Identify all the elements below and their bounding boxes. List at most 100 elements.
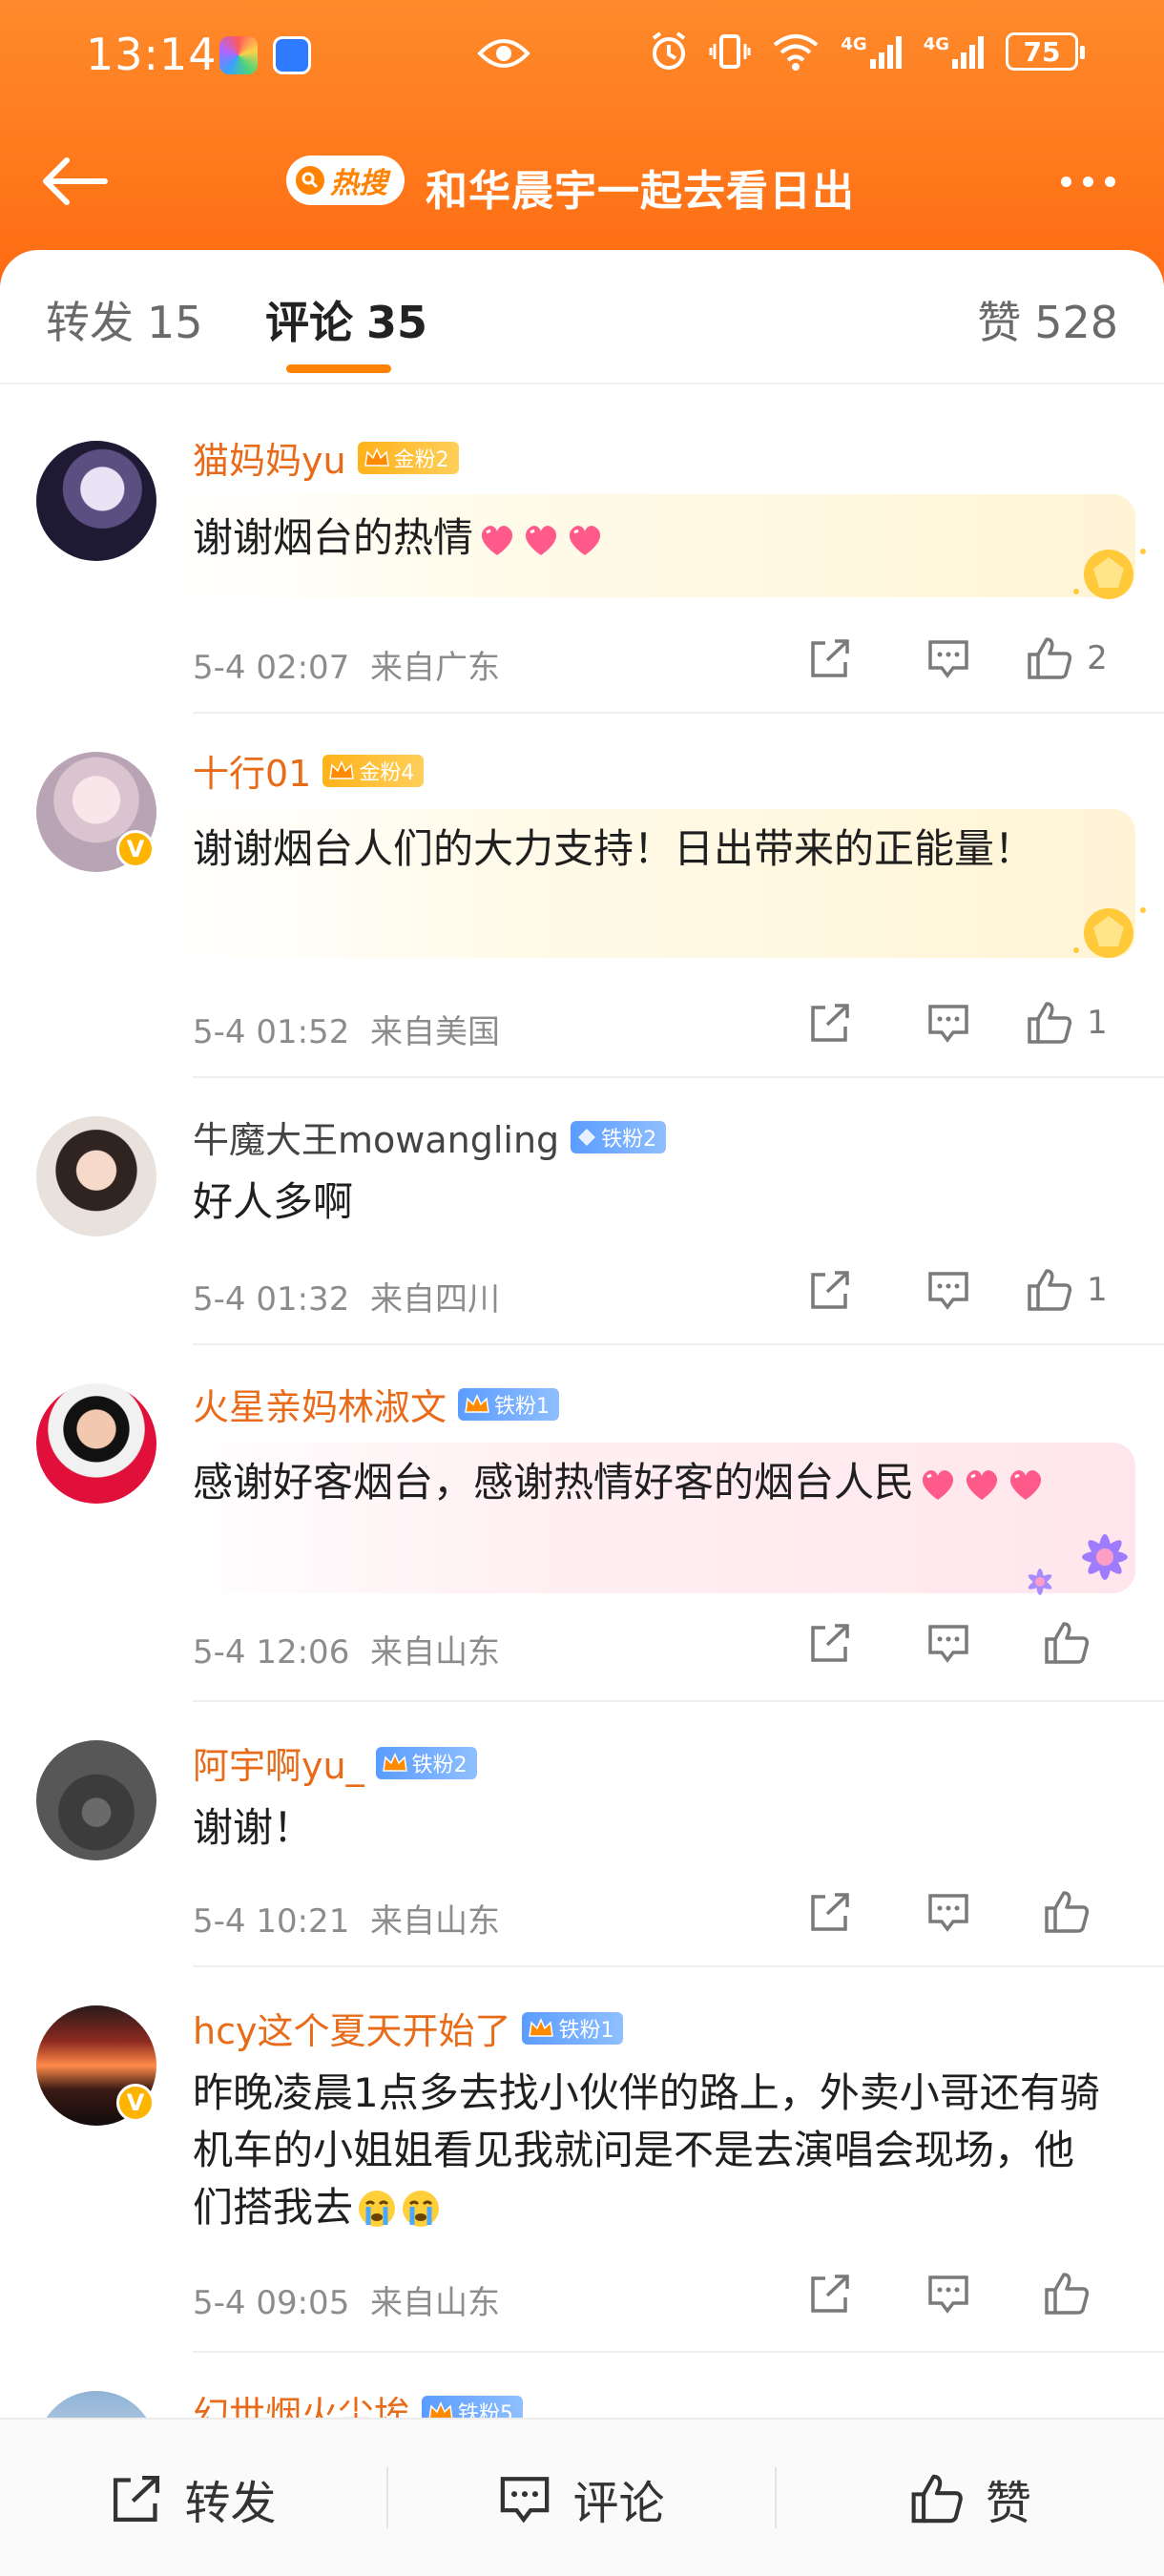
fan-badge-label: 铁粉2 [411,1753,468,1777]
photos-app-icon [219,36,258,74]
fan-badge[interactable]: 铁粉1 [458,1387,560,1421]
fan-badge[interactable]: 铁粉2 [375,1746,477,1779]
repost-button[interactable] [771,1261,889,1319]
tabs-divider [0,383,1164,384]
bottom-repost-button[interactable]: 转发 [0,2420,386,2576]
active-tab-indicator [286,364,391,373]
more-button[interactable] [1050,155,1126,208]
network-type-1: 4G [841,34,867,54]
like-button[interactable]: 1 [1008,1261,1126,1319]
heart-emoji-icon [922,1470,954,1500]
reply-button[interactable] [889,1614,1008,1672]
signal-1-icon: 4G [841,34,902,69]
like-button[interactable]: 1 [1008,994,1126,1051]
comment-text: 昨晚凌晨1点多去找小伙伴的路上，外卖小哥还有骑机车的小姐姐看见我就问是不是去演唱… [193,2069,1100,2231]
comment-divider [193,1076,1164,1078]
username[interactable]: 十行01 [193,744,311,797]
comment-icon [928,2275,968,2314]
repost-button[interactable] [771,1614,889,1672]
reply-button[interactable] [889,994,1008,1051]
gold-badge-sticker-icon [1073,549,1146,599]
comment-actions: 1 [771,1261,1126,1319]
comment-time: 5-4 01:32 [193,1280,350,1319]
back-button[interactable] [38,151,114,212]
like-icon [1045,1622,1090,1664]
comment-divider [193,2351,1164,2353]
like-icon [1045,2273,1090,2315]
heart-emoji-icon [966,1470,998,1500]
comment-meta: 5-4 10:21 来自山东 [193,1895,500,1942]
tab-comments[interactable]: 评论 35 [265,288,427,351]
avatar[interactable] [36,441,156,561]
bottom-like-button[interactable]: 赞 [777,2420,1164,2576]
reply-button[interactable] [889,1883,1008,1941]
heart-emoji-icon [525,526,557,555]
fan-badge[interactable]: 金粉4 [322,754,425,787]
reply-button[interactable] [889,2265,1008,2322]
comment-meta: 5-4 01:32 来自四川 [193,1273,500,1319]
tab-repost[interactable]: 转发 15 [46,288,203,351]
username[interactable]: 牛魔大王mowangling [193,1111,559,1163]
repost-icon [811,1271,849,1309]
repost-button[interactable] [771,994,889,1051]
repost-button[interactable] [771,630,889,687]
fan-badge[interactable]: 铁粉2 [571,1120,667,1153]
avatar[interactable] [36,1383,156,1504]
like-icon [1028,637,1072,679]
tab-likes[interactable]: 赞 528 [977,288,1118,351]
comment-location: 来自山东 [369,2284,500,2322]
username[interactable]: hcy这个夏天开始了 [193,2002,510,2054]
comment-divider [193,1700,1164,1702]
like-button[interactable]: 2 [1008,630,1126,687]
comment-location: 来自山东 [369,1902,500,1941]
repost-button[interactable] [771,2265,889,2322]
tab-comments-count: 35 [366,297,428,348]
comment-icon [928,1894,968,1932]
hot-search-tag[interactable]: 热搜 [286,156,405,205]
comment-icon [928,640,968,678]
like-button[interactable] [1008,1614,1126,1672]
like-icon [1045,1891,1090,1933]
avatar[interactable] [36,1116,156,1236]
back-arrow-icon [43,157,108,205]
username[interactable]: 猫妈妈yu [193,431,346,484]
fan-badge[interactable]: 铁粉1 [522,2011,624,2045]
gold-badge-sticker-icon [1073,907,1146,958]
like-icon [1028,1269,1072,1311]
comment-location: 来自四川 [369,1280,500,1319]
verified-icon: V [116,2084,155,2122]
like-button[interactable] [1008,1883,1126,1941]
like-icon [911,2474,963,2524]
reply-button[interactable] [889,630,1008,687]
weibo-comments-screen: 13:14 4G 4G 75 热搜 和华晨宇一起去看日出 转发 15 评论 35… [0,0,1164,2576]
alarm-icon [653,31,686,70]
comment-text: 谢谢烟台人们的大力支持！日出带来的正能量！ [193,825,1035,872]
like-button[interactable] [1008,2265,1126,2322]
battery-indicator: 75 [1006,32,1085,71]
comment-actions [771,1614,1126,1672]
bottom-comment-label: 评论 [572,2477,665,2530]
comment-time: 5-4 10:21 [193,1902,350,1941]
avatar[interactable] [36,1740,156,1860]
reply-button[interactable] [889,1261,1008,1319]
comment-user-row: 火星亲妈林淑文 铁粉1 [193,1378,560,1430]
comment-icon [928,1625,968,1663]
header: 13:14 4G 4G 75 热搜 和华晨宇一起去看日出 [0,0,1164,286]
fan-badge-label: 铁粉2 [601,1127,657,1152]
username[interactable]: 火星亲妈林淑文 [193,1378,447,1430]
comment-actions: 1 [771,994,1126,1051]
fan-badge[interactable]: 金粉2 [357,441,459,474]
username[interactable]: 阿宇啊yu_ [193,1736,364,1789]
repost-button[interactable] [771,1883,889,1941]
repost-icon [811,1624,849,1662]
crown-icon [364,447,389,467]
bottom-repost-label: 转发 [184,2477,277,2530]
bottom-comment-button[interactable]: 评论 [388,2420,775,2576]
verified-icon: V [116,830,155,868]
like-count: 2 [1087,639,1108,677]
crown-icon [329,759,355,779]
comment-location: 来自山东 [369,1633,500,1672]
fan-badge-label: 金粉4 [359,760,415,785]
comment-user-row: 十行01 金粉4 [193,744,425,797]
search-icon [296,166,324,195]
